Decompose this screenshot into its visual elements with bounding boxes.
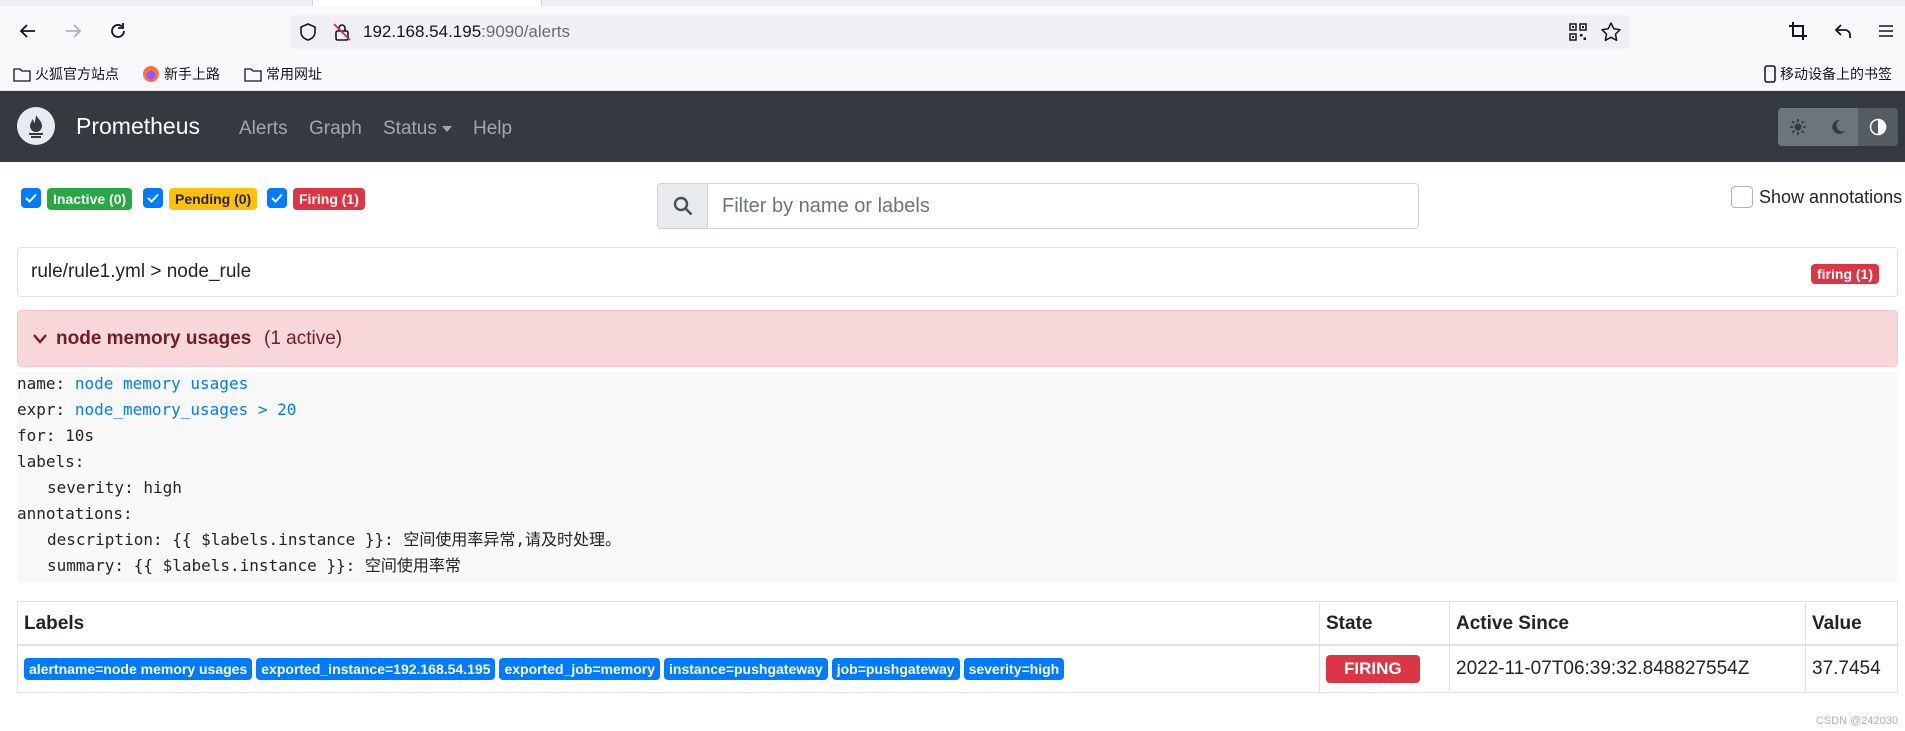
forward-icon[interactable]: [57, 15, 89, 47]
nav-status[interactable]: Status: [383, 118, 452, 140]
address-bar[interactable]: 192.168.54.195:9090/alerts: [290, 15, 1630, 49]
firefox-icon: [143, 66, 159, 82]
show-annotations-toggle[interactable]: Show annotations: [1731, 186, 1902, 208]
reload-icon[interactable]: [102, 15, 134, 47]
rule-description-line: description: {{ $labels.instance }}: 空间使…: [47, 530, 622, 549]
rule-summary-line: summary: {{ $labels.instance }}: 空间使用率常: [47, 556, 461, 575]
rule-annotations-line: annotations:: [17, 504, 133, 523]
browser-toolbar: 192.168.54.195:9090/alerts: [0, 6, 1905, 56]
table-row-labels-cell: alertname=node memory usages exported_in…: [18, 646, 1320, 692]
table-row-active-since: 2022-11-07T06:39:32.848827554Z: [1450, 646, 1806, 692]
rule-name-link[interactable]: node memory usages: [75, 374, 248, 393]
folder-icon: [244, 68, 262, 82]
moon-icon: [1832, 119, 1845, 134]
checkmark-icon: [271, 193, 283, 203]
label-badge-job: job=pushgateway: [831, 658, 960, 680]
label-badge-severity: severity=high: [963, 658, 1065, 680]
undo-icon[interactable]: [1827, 15, 1859, 47]
table-row-value: 37.7454: [1812, 658, 1881, 679]
nav-alerts[interactable]: Alerts: [239, 118, 288, 140]
alert-rule-name: node memory usages: [56, 328, 252, 349]
chevron-down-icon[interactable]: [32, 332, 48, 350]
pending-checkbox[interactable]: [143, 188, 163, 208]
bookmarks-toolbar: 火狐官方站点 新手上路 常用网址 移动设备上的书签: [0, 56, 1905, 91]
prometheus-logo-icon[interactable]: [17, 107, 55, 145]
shield-icon[interactable]: [298, 22, 318, 47]
rule-definition: name: node memory usages expr: node_memo…: [17, 372, 1898, 582]
search-icon: [657, 183, 708, 229]
inactive-checkbox[interactable]: [21, 188, 41, 208]
folder-icon: [13, 68, 31, 82]
dark-theme-button[interactable]: [1818, 108, 1858, 146]
auto-theme-button[interactable]: [1858, 108, 1898, 146]
bookmark-label: 常用网址: [266, 66, 322, 82]
rule-name-line: name: node memory usages: [17, 374, 249, 393]
sun-icon: [1790, 119, 1806, 135]
label-badge-alertname: alertname=node memory usages: [24, 658, 253, 680]
checkmark-icon: [147, 193, 159, 203]
firing-badge[interactable]: Firing (1): [293, 188, 365, 210]
bookmark-getting-started[interactable]: 新手上路: [142, 64, 220, 84]
alerts-table: Labels State Active Since Value alertnam…: [17, 601, 1899, 693]
checkmark-icon: [25, 193, 37, 203]
col-header-active-since: Active Since: [1450, 602, 1806, 646]
insecure-lock-icon[interactable]: [332, 22, 352, 47]
col-header-value: Value: [1806, 602, 1899, 646]
bookmark-star-icon[interactable]: [1600, 21, 1622, 48]
watermark: CSDN @242030: [1815, 715, 1898, 727]
bookmark-folder-official[interactable]: 火狐官方站点: [13, 64, 119, 84]
rule-severity-line: severity: high: [47, 478, 182, 497]
filter-search-group: [657, 183, 1419, 229]
mobile-bookmarks[interactable]: 移动设备上的书签: [1764, 64, 1892, 84]
table-row-state-cell: FIRING: [1320, 646, 1450, 692]
nav-graph[interactable]: Graph: [309, 118, 362, 140]
menu-icon[interactable]: [1870, 15, 1902, 47]
pending-badge[interactable]: Pending (0): [169, 188, 258, 210]
group-firing-badge: firing (1): [1811, 264, 1879, 284]
firing-checkbox[interactable]: [267, 188, 287, 208]
show-annotations-checkbox[interactable]: [1731, 186, 1753, 208]
brand-title[interactable]: Prometheus: [76, 113, 200, 140]
bookmark-label: 新手上路: [164, 66, 220, 82]
rule-labels-line: labels:: [17, 452, 85, 471]
show-annotations-label: Show annotations: [1759, 186, 1903, 207]
filter-input[interactable]: [708, 183, 1419, 229]
url-text: 192.168.54.195:9090/alerts: [363, 22, 571, 41]
qr-code-icon[interactable]: [1568, 22, 1588, 47]
nav-help[interactable]: Help: [473, 118, 512, 140]
bookmark-folder-common[interactable]: 常用网址: [244, 64, 322, 84]
caret-down-icon: [441, 125, 452, 132]
light-theme-button[interactable]: [1778, 108, 1818, 146]
alert-rule-header[interactable]: node memory usages (1 active): [17, 310, 1898, 367]
rule-group-title: rule/rule1.yml > node_rule: [31, 261, 252, 282]
bookmark-label: 移动设备上的书签: [1780, 66, 1892, 82]
half-circle-icon: [1869, 118, 1887, 136]
label-badge-exported-job: exported_job=memory: [499, 658, 661, 680]
rule-group-header[interactable]: rule/rule1.yml > node_rule firing (1): [17, 247, 1898, 297]
rule-expr-link[interactable]: node_memory_usages > 20: [75, 400, 297, 419]
theme-toggle-group: [1778, 108, 1898, 146]
alert-active-count: (1 active): [264, 328, 343, 349]
inactive-badge[interactable]: Inactive (0): [47, 188, 133, 210]
label-badge-exported-instance: exported_instance=192.168.54.195: [256, 658, 496, 680]
nav-status-label: Status: [383, 118, 437, 139]
mobile-device-icon: [1764, 65, 1776, 83]
col-header-labels: Labels: [18, 602, 1320, 646]
label-badge-instance: instance=pushgateway: [664, 658, 828, 680]
col-header-state: State: [1320, 602, 1450, 646]
prometheus-navbar: Prometheus Alerts Graph Status Help: [0, 91, 1905, 162]
rule-for-line: for: 10s: [17, 426, 95, 445]
rule-expr-line: expr: node_memory_usages > 20: [17, 400, 297, 419]
back-icon[interactable]: [12, 15, 44, 47]
state-badge: FIRING: [1326, 655, 1420, 683]
bookmark-label: 火狐官方站点: [35, 66, 119, 82]
screenshot-crop-icon[interactable]: [1782, 15, 1814, 47]
